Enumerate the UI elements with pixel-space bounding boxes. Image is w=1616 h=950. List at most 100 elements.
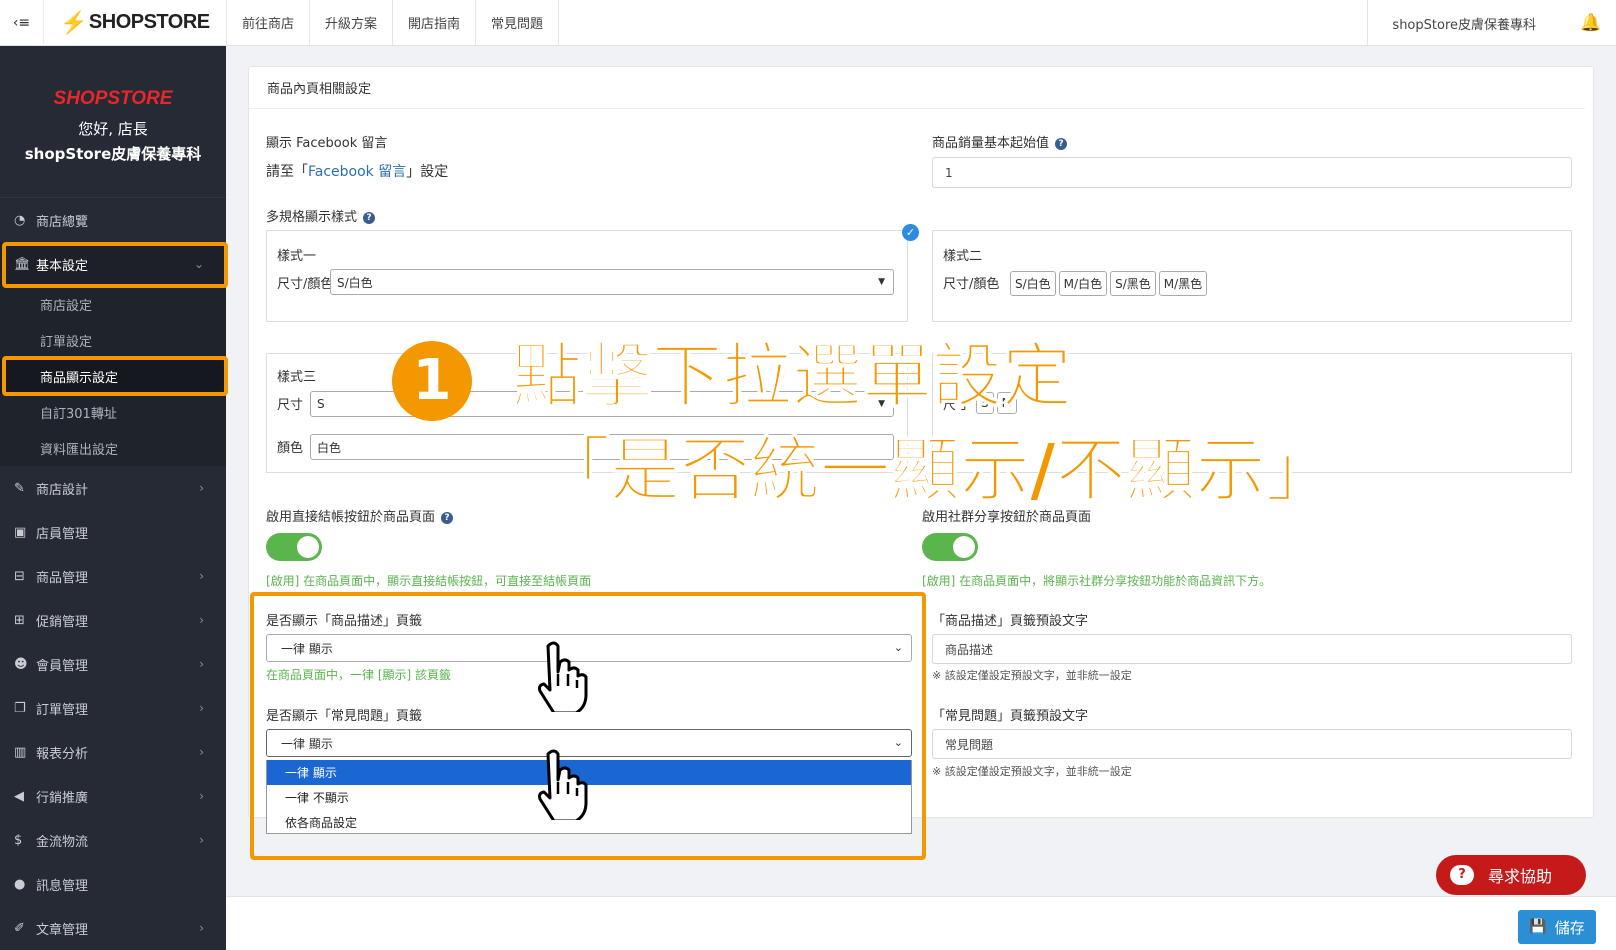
sidebar-item-marketing[interactable]: ◀ 行銷推廣 › [0,774,226,818]
sidebar-item-products[interactable]: ⊟ 商品管理 › [0,554,226,598]
style-three-name: 樣式三 [277,370,317,385]
sidebar-store-name: shopStore皮膚保養專科 [24,145,202,163]
selected-check-icon: ✓ [902,224,919,241]
brand-logo[interactable]: ⚡ SHOPSTORE [44,0,226,46]
spec-tag: S/黑色 [1110,271,1156,296]
caret-down-icon: ▼ [878,277,885,287]
hand-pointer-icon [538,749,588,820]
spec-tag: S/白色 [1010,271,1056,296]
sidebar-item-orders[interactable]: ❐ 訂單管理 › [0,686,226,730]
checkout-button-hint: [啟用] 在商品頁面中，顯示直接結帳按鈕，可直接至結帳頁面 [266,574,592,588]
desc-tab-default-input[interactable]: 商品描述 [932,634,1572,664]
edit-icon: ✐ [14,920,25,936]
store-name-menu[interactable]: shopStore皮膚保養專科 [1367,0,1566,46]
style-three-size-label: 尺寸 [277,398,304,413]
sidebar-greeting: 您好, 店長 [78,120,148,138]
help-icon[interactable]: ? [363,211,376,224]
style-two-option[interactable]: 樣式二 尺寸/顏色 S/白色 M/白色 S/黑色 M/黑色 [932,230,1572,322]
spec-tag: M/白色 [1058,271,1108,296]
sidebar-item-staff[interactable]: ▣ 店員管理 [0,510,226,554]
nav-guide[interactable]: 開店指南 [393,0,477,46]
nav-upgrade[interactable]: 升級方案 [310,0,394,46]
bell-icon[interactable]: 🔔 [1566,0,1616,46]
sidebar-sub-store-settings[interactable]: 商店設定 [0,286,226,322]
checkout-button-toggle[interactable] [266,533,322,561]
cart-icon: ⊟ [14,568,25,584]
users-icon: ☻ [14,656,28,672]
sales-base-input[interactable]: 1 [932,157,1572,188]
faq-tab-default-label: 「常見問題」頁籤預設文字 [932,709,1089,724]
sidebar: SHOPSTORE 您好, 店長 shopStore皮膚保養專科 ◔ 商店總覽 🏛… [0,46,226,950]
sidebar-item-reports[interactable]: ▥ 報表分析 › [0,730,226,774]
bullhorn-icon: ◀ [14,788,24,804]
staff-icon: ▣ [14,524,27,540]
copy-icon: ❐ [14,700,26,716]
bottom-bar [226,896,1616,950]
top-bar: ‹≡ ⚡ SHOPSTORE 前往商店 升級方案 開店指南 常見問題 shopSt… [0,0,1616,46]
annotation-step-one-detail: 「是否統一顯示/不顯示」 [540,429,1337,512]
faq-tab-show-label: 是否顯示「常見問題」頁籤 [266,709,423,724]
chevron-down-icon: ⌄ [193,257,204,271]
desc-tab-default-label: 「商品描述」頁籤預設文字 [932,614,1089,629]
sidebar-item-basic-settings[interactable]: 🏛 基本設定 ⌄ [0,242,226,286]
style-one-row-label: 尺寸/顏色 [277,277,334,292]
sidebar-sub-export[interactable]: 資料匯出設定 [0,430,226,466]
style-two-tags: S/白色 M/白色 S/黑色 M/黑色 [1010,271,1210,296]
sidebar-item-promotions[interactable]: ⊞ 促銷管理 › [0,598,226,642]
sidebar-item-members[interactable]: ☻ 會員管理 › [0,642,226,686]
sidebar-item-articles[interactable]: ✐ 文章管理 › [0,906,226,950]
faq-tab-default-input[interactable]: 常見問題 [932,729,1572,759]
style-one-name: 樣式一 [277,249,317,264]
sidebar-item-payment[interactable]: $ 金流物流 › [0,818,226,862]
nav-go-store[interactable]: 前往商店 [227,0,311,46]
annotation-step-one: 1 點擊下拉選單設定 [392,320,1073,421]
step-number-badge: 1 [392,340,472,421]
help-icon[interactable]: ? [441,511,454,524]
help-icon[interactable]: ? [1055,137,1068,150]
fb-comment-label: 顯示 Facebook 留言 [266,136,388,151]
chevron-right-icon: › [199,789,204,803]
save-button[interactable]: 💾 儲存 [1518,910,1596,944]
bank-icon: 🏛 [14,256,31,272]
question-chat-icon: ? [1450,865,1474,885]
style-three-color-label: 顏色 [277,441,304,456]
nav-faq[interactable]: 常見問題 [476,0,560,46]
desc-tab-show-label: 是否顯示「商品描述」頁籤 [266,614,423,629]
help-button[interactable]: ? 尋求協助 [1436,855,1586,895]
sidebar-logo: SHOPSTORE [53,88,173,109]
sidebar-sub-redirect[interactable]: 自訂301轉址 [0,394,226,430]
desc-tab-default-note: ※ 該設定僅設定預設文字，並非統一設定 [932,669,1132,682]
floppy-disk-icon: 💾 [1529,919,1547,935]
style-one-option[interactable]: 樣式一 尺寸/顏色 S/白色 ▼ [266,230,908,322]
sales-base-label: 商品銷量基本起始值? [932,132,1068,151]
desc-tab-show-hint: 在商品頁面中，一律 [顯示] 該頁籤 [266,668,451,682]
sidebar-item-messages[interactable]: ● 訊息管理 [0,862,226,906]
gift-icon: ⊞ [14,612,25,628]
social-share-toggle[interactable] [922,533,978,561]
multi-spec-label: 多規格顯示樣式? [266,206,376,225]
chevron-right-icon: › [199,481,204,495]
chevron-right-icon: › [199,613,204,627]
style-two-name: 樣式二 [943,249,983,264]
fb-comment-hint: 請至「Facebook 留言」設定 [266,164,449,180]
style-one-select[interactable]: S/白色 ▼ [330,269,894,295]
sidebar-sub-product-display[interactable]: 商品顯示設定 [0,358,226,394]
chevron-right-icon: › [199,745,204,759]
chevron-right-icon: › [199,657,204,671]
fb-comment-link[interactable]: Facebook 留言 [308,164,406,180]
sidebar-item-design[interactable]: ✎ 商店設計 › [0,466,226,510]
style-two-row-label: 尺寸/顏色 [943,277,1000,292]
top-nav: 前往商店 升級方案 開店指南 常見問題 [226,0,560,46]
sidebar-sub-order-settings[interactable]: 訂單設定 [0,322,226,358]
chevron-right-icon: › [199,701,204,715]
sidebar-toggle-icon[interactable]: ‹≡ [0,0,44,46]
sidebar-item-overview[interactable]: ◔ 商店總覽 [0,198,226,242]
dollar-icon: $ [14,832,23,848]
spec-tag: M/黑色 [1158,271,1208,296]
chevron-down-icon: ⌄ [893,641,903,654]
hand-pointer-icon [538,641,588,712]
faq-tab-default-note: ※ 該設定僅設定預設文字，並非統一設定 [932,765,1132,778]
card-title: 商品內頁相關設定 [249,67,1585,109]
bar-chart-icon: ▥ [14,744,27,760]
checkout-button-label: 啟用直接結帳按鈕於商品頁面? [266,506,454,525]
